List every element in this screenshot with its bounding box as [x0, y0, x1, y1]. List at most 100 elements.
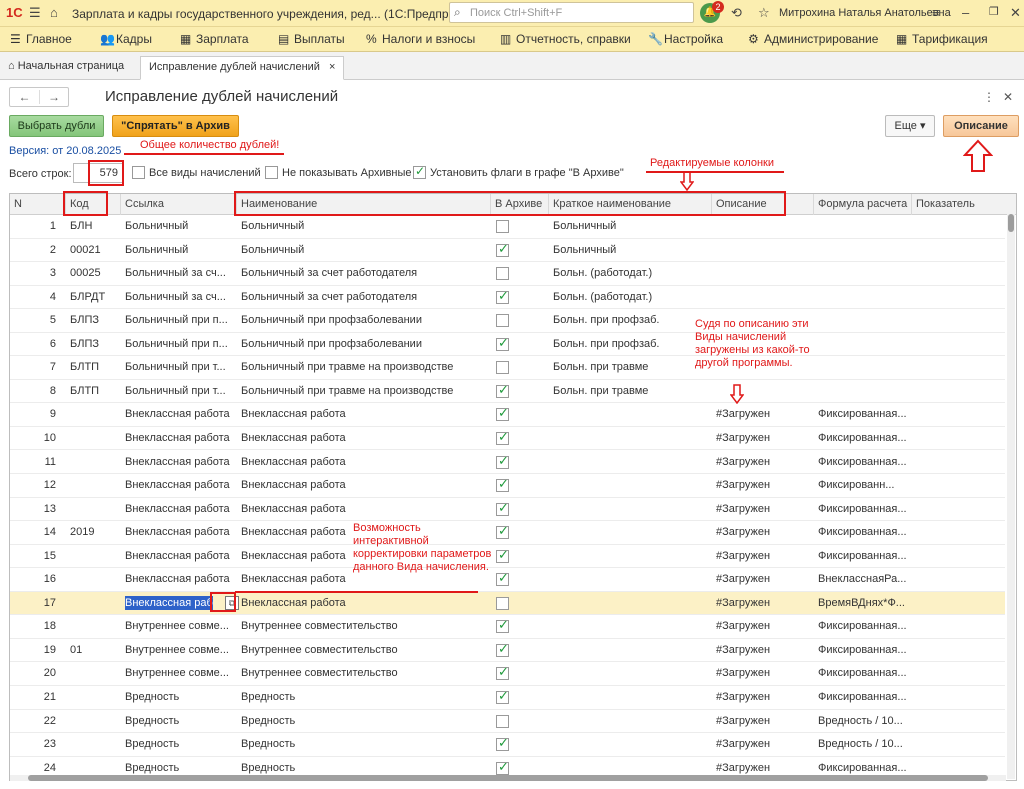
cell-code[interactable]: 2019 [66, 521, 121, 544]
cell-name[interactable]: Больничный при травме на производстве [237, 380, 491, 403]
cell-n[interactable]: 13 [10, 498, 62, 521]
archive-checkbox[interactable] [496, 335, 509, 351]
cell-code[interactable] [66, 686, 121, 709]
cell-code[interactable] [66, 474, 121, 497]
cell-name[interactable]: Больничный [237, 239, 491, 262]
cell-formula[interactable]: Вредность / 10... [814, 733, 912, 756]
cell-name[interactable]: Вредность [237, 710, 491, 733]
cell-name[interactable]: Внеклассная работа [237, 592, 491, 615]
archive-checkbox[interactable] [496, 405, 509, 422]
cell-code[interactable] [66, 733, 121, 756]
cell-ref[interactable]: Вредность [121, 733, 237, 756]
cell-code[interactable]: БЛПЗ [66, 333, 121, 356]
menu-item-taxes[interactable]: % Налоги и взносы [366, 32, 475, 46]
table-row[interactable]: 23 ВредностьВредность #ЗагруженВредность /… [10, 733, 1005, 757]
cell-n[interactable]: 3 [10, 262, 62, 285]
cell-n[interactable]: 4 [10, 286, 62, 309]
cell-formula[interactable]: ВнекласснаяРа... [814, 568, 912, 591]
table-row[interactable]: 20 Внутреннее совме... Внутреннее совмести… [10, 662, 1005, 686]
more-button[interactable]: Еще ▾ [885, 115, 935, 137]
cell-code[interactable]: 00025 [66, 262, 121, 285]
table-row[interactable]: 16Внеклассная работаВнеклассная работа#З… [10, 568, 1005, 592]
cell-description[interactable] [712, 380, 814, 403]
cell-description[interactable]: #Загружен [712, 521, 814, 544]
cell-name[interactable]: Больничный за счет работодателя [237, 286, 491, 309]
cell-formula[interactable]: Фиксированн... [814, 474, 912, 497]
archive-checkbox[interactable] [496, 288, 509, 304]
table-row[interactable]: 4 БЛРДТ Больничный за сч... Больничный за с… [10, 286, 1005, 310]
cell-code[interactable] [66, 592, 121, 615]
current-user[interactable]: Митрохина Наталья Анатольевна [779, 7, 951, 19]
cell-code[interactable] [66, 545, 121, 568]
cell-formula[interactable] [814, 262, 912, 285]
cell-name[interactable]: Больничный [237, 215, 491, 238]
cell-n[interactable]: 7 [10, 356, 62, 379]
archive-checkbox[interactable] [496, 759, 509, 775]
cell-description[interactable]: #Загружен [712, 403, 814, 426]
restore-icon[interactable]: ❐ [989, 5, 999, 18]
cell-ref[interactable]: Вредность [121, 710, 237, 733]
cell-formula[interactable]: Фиксированная... [814, 403, 912, 426]
cell-n[interactable]: 17 [10, 592, 62, 615]
cell-code[interactable]: БЛН [66, 215, 121, 238]
close-window-icon[interactable]: ✕ [1010, 5, 1021, 21]
cell-name[interactable]: Внеклассная работа [237, 403, 491, 426]
cell-n[interactable]: 15 [10, 545, 62, 568]
cell-ref[interactable]: Внеклассная работа [121, 427, 237, 450]
cell-short-name[interactable]: Больн. при профзаб. [549, 333, 712, 356]
cell-name[interactable]: Больничный при профзаболевании [237, 309, 491, 332]
cell-formula[interactable] [814, 215, 912, 238]
cell-n[interactable]: 12 [10, 474, 62, 497]
cell-ref[interactable]: Вредность [121, 686, 237, 709]
close-form-icon[interactable]: ✕ [1003, 90, 1013, 104]
cell-short-name[interactable]: Больн. при травме [549, 356, 712, 379]
cell-formula[interactable]: Фиксированная... [814, 427, 912, 450]
table-row[interactable]: 200021БольничныйБольничныйБольничный [10, 239, 1005, 263]
search-input[interactable]: ⌕ Поиск Ctrl+Shift+F [449, 2, 694, 23]
col-indicator[interactable]: Показатель [912, 194, 1016, 215]
cell-ref[interactable]: Внеклассная работа [121, 474, 237, 497]
col-ref[interactable]: Ссылка [121, 194, 237, 215]
cell-short-name[interactable] [549, 686, 712, 709]
archive-checkbox[interactable] [496, 453, 509, 469]
cell-name[interactable]: Внутреннее совместительство [237, 615, 491, 638]
cell-formula[interactable] [814, 356, 912, 379]
cell-ref[interactable]: Внеклассная работа [121, 451, 237, 474]
cell-n[interactable]: 10 [10, 427, 62, 450]
cell-n[interactable]: 19 [10, 639, 62, 662]
cell-code[interactable] [66, 615, 121, 638]
cell-name[interactable]: Внеклассная работа [237, 451, 491, 474]
cell-description[interactable] [712, 262, 814, 285]
cell-formula[interactable]: Фиксированная... [814, 498, 912, 521]
cell-ref[interactable]: Внутреннее совме... [121, 662, 237, 685]
table-row[interactable]: 11 Внеклассная работаВнеклассная работа #З… [10, 451, 1005, 474]
selected-ref-text[interactable]: Внеклассная раб [125, 595, 213, 610]
archive-checkbox[interactable] [496, 641, 509, 657]
cell-description[interactable]: #Загружен [712, 474, 814, 497]
cell-code[interactable] [66, 403, 121, 426]
table-row[interactable]: 19 01 Внутреннее совме... Внутреннее совмес… [10, 639, 1005, 663]
cell-short-name[interactable] [549, 474, 712, 497]
cell-short-name[interactable] [549, 592, 712, 615]
menu-item-reports[interactable]: ▥ Отчетность, справки [500, 32, 631, 46]
cell-short-name[interactable] [549, 662, 712, 685]
cell-description[interactable]: #Загружен [712, 710, 814, 733]
menu-item-settings[interactable]: 🔧Настройка [648, 32, 723, 46]
cell-n[interactable]: 18 [10, 615, 62, 638]
archive-checkbox[interactable] [496, 688, 509, 704]
cell-short-name[interactable] [549, 521, 712, 544]
archive-checkbox[interactable] [496, 267, 509, 281]
cell-ref[interactable]: Больничный при т... [121, 380, 237, 403]
cell-formula[interactable] [814, 333, 912, 356]
cell-formula[interactable]: Фиксированная... [814, 686, 912, 709]
cell-code[interactable] [66, 498, 121, 521]
cell-code[interactable] [66, 427, 121, 450]
cell-short-name[interactable] [549, 710, 712, 733]
menu-item-tariff[interactable]: ▦ Тарификация [896, 32, 988, 46]
table-row[interactable]: 18 Внутреннее совме... Внутреннее совмести… [10, 615, 1005, 639]
archive-checkbox[interactable] [496, 617, 509, 634]
archive-checkbox[interactable] [496, 596, 509, 610]
cell-name[interactable]: Внеклассная работа [237, 474, 491, 497]
cell-formula[interactable]: Фиксированная... [814, 451, 912, 474]
set-flags-checkbox[interactable] [413, 164, 426, 179]
